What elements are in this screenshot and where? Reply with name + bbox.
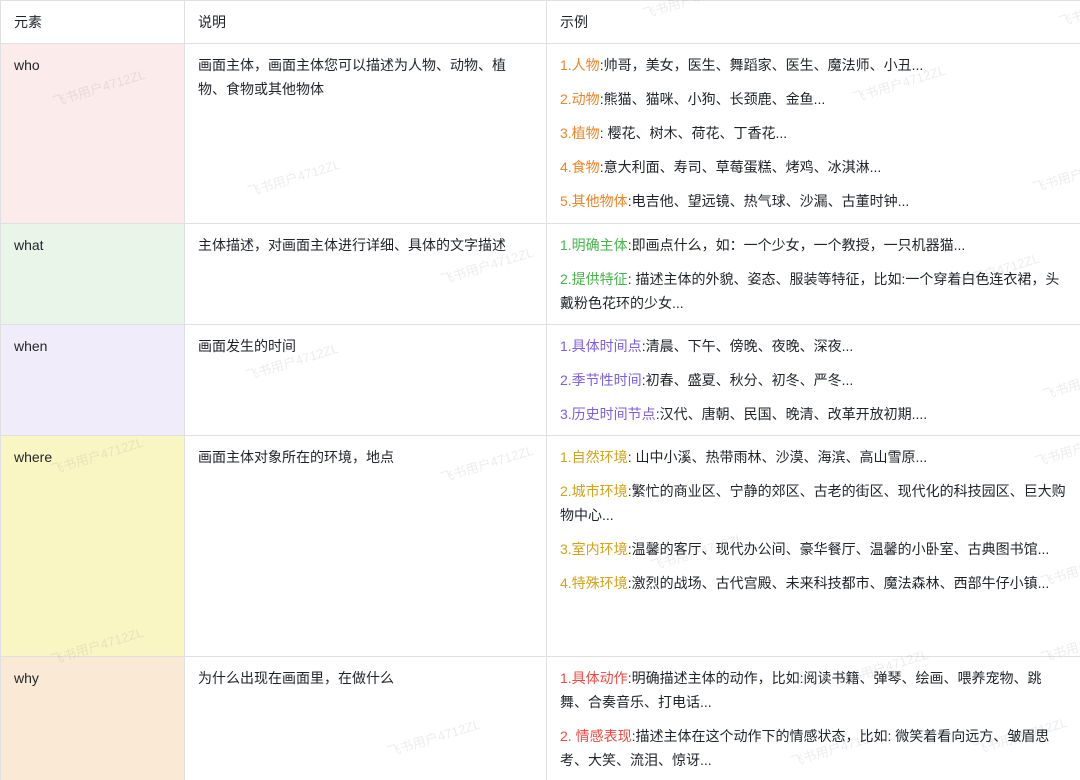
table-row-what: what 主体描述，对画面主体进行详细、具体的文字描述 1.明确主体:即画点什么，如… bbox=[1, 224, 1080, 325]
table-row-why: why 为什么出现在画面里，在做什么 1.具体动作:明确描述主体的动作，比如:阅读书… bbox=[1, 657, 1080, 780]
example-category-label: 3.室内环境 bbox=[560, 541, 628, 557]
description-cell-why: 为什么出现在画面里，在做什么 bbox=[185, 657, 547, 780]
examples-cell-when: 1.具体时间点:清晨、下午、傍晚、夜晚、深夜... 2.季节性时间:初春、盛夏、秋… bbox=[547, 325, 1080, 436]
examples-cell-where: 1.自然环境: 山中小溪、热带雨林、沙漠、海滨、高山雪原... 2.城市环境:繁忙… bbox=[547, 436, 1080, 657]
example-item: 3.历史时间节点:汉代、唐朝、民国、晚清、改革开放初期.... bbox=[560, 402, 1067, 426]
example-category-label: 1.具体动作 bbox=[560, 670, 628, 686]
example-category-label: 2.城市环境 bbox=[560, 483, 628, 499]
example-item: 1.具体时间点:清晨、下午、傍晚、夜晚、深夜... bbox=[560, 334, 1067, 358]
example-text: :温馨的客厅、现代办公间、豪华餐厅、温馨的小卧室、古典图书馆... bbox=[628, 541, 1050, 557]
description-cell-where: 画面主体对象所在的环境，地点 bbox=[185, 436, 547, 657]
description-text: 主体描述，对画面主体进行详细、具体的文字描述 bbox=[198, 233, 533, 257]
example-text: :帅哥，美女，医生、舞蹈家、医生、魔法师、小丑... bbox=[600, 57, 924, 73]
example-item: 5.其他物体:电吉他、望远镜、热气球、沙漏、古董时钟... bbox=[560, 189, 1067, 213]
example-category-label: 2. 情感表现 bbox=[560, 728, 632, 744]
example-text: :汉代、唐朝、民国、晚清、改革开放初期.... bbox=[656, 406, 927, 422]
example-category-label: 1.明确主体 bbox=[560, 237, 628, 253]
example-text: : 樱花、树木、荷花、丁香花... bbox=[600, 125, 787, 141]
element-cell-where: where bbox=[1, 436, 185, 657]
example-text: :描述主体在这个动作下的情感状态，比如: 微笑着看向远方、皱眉思考、大笑、流泪、… bbox=[560, 728, 1049, 768]
table-header-row: 元素 说明 示例 bbox=[1, 1, 1080, 44]
example-item: 2.动物:熊猫、猫咪、小狗、长颈鹿、金鱼... bbox=[560, 87, 1067, 111]
example-category-label: 3.历史时间节点 bbox=[560, 406, 656, 422]
example-text: :繁忙的商业区、宁静的郊区、古老的街区、现代化的科技园区、巨大购物中心... bbox=[560, 483, 1066, 523]
example-text: :激烈的战场、古代宫殿、未来科技都市、魔法森林、西部牛仔小镇... bbox=[628, 575, 1050, 591]
example-item: 4.特殊环境:激烈的战场、古代宫殿、未来科技都市、魔法森林、西部牛仔小镇... bbox=[560, 571, 1067, 595]
example-category-label: 1.人物 bbox=[560, 57, 600, 73]
column-header-description: 说明 bbox=[185, 1, 547, 44]
description-cell-what: 主体描述，对画面主体进行详细、具体的文字描述 bbox=[185, 224, 547, 325]
example-item: 2.提供特征: 描述主体的外貌、姿态、服装等特征，比如:一个穿着白色连衣裙，头戴… bbox=[560, 267, 1067, 315]
element-cell-when: when bbox=[1, 325, 185, 436]
description-text: 为什么出现在画面里，在做什么 bbox=[198, 666, 533, 690]
element-cell-why: why bbox=[1, 657, 185, 780]
description-text: 画面发生的时间 bbox=[198, 334, 533, 358]
table-row-where: where 画面主体对象所在的环境，地点 1.自然环境: 山中小溪、热带雨林、沙漠、… bbox=[1, 436, 1080, 657]
example-item: 3.植物: 樱花、树木、荷花、丁香花... bbox=[560, 121, 1067, 145]
example-category-label: 4.特殊环境 bbox=[560, 575, 628, 591]
example-item: 2. 情感表现:描述主体在这个动作下的情感状态，比如: 微笑着看向远方、皱眉思考… bbox=[560, 724, 1067, 772]
table-row-who: who 画面主体，画面主体您可以描述为人物、动物、植物、食物或其他物体 1.人物:帅… bbox=[1, 44, 1080, 224]
example-text: : 山中小溪、热带雨林、沙漠、海滨、高山雪原... bbox=[628, 449, 927, 465]
element-cell-who: who bbox=[1, 44, 185, 224]
example-category-label: 2.提供特征 bbox=[560, 271, 628, 287]
example-category-label: 2.动物 bbox=[560, 91, 600, 107]
description-text: 画面主体对象所在的环境，地点 bbox=[198, 445, 533, 469]
description-text: 画面主体，画面主体您可以描述为人物、动物、植物、食物或其他物体 bbox=[198, 53, 533, 101]
example-category-label: 4.食物 bbox=[560, 159, 600, 175]
example-item: 1.自然环境: 山中小溪、热带雨林、沙漠、海滨、高山雪原... bbox=[560, 445, 1067, 469]
example-category-label: 1.自然环境 bbox=[560, 449, 628, 465]
example-text: :初春、盛夏、秋分、初冬、严冬... bbox=[642, 372, 854, 388]
example-category-label: 3.植物 bbox=[560, 125, 600, 141]
example-item: 2.季节性时间:初春、盛夏、秋分、初冬、严冬... bbox=[560, 368, 1067, 392]
example-text: :清晨、下午、傍晚、夜晚、深夜... bbox=[642, 338, 854, 354]
table-row-when: when 画面发生的时间 1.具体时间点:清晨、下午、傍晚、夜晚、深夜... 2.季节… bbox=[1, 325, 1080, 436]
examples-cell-who: 1.人物:帅哥，美女，医生、舞蹈家、医生、魔法师、小丑... 2.动物:熊猫、猫咪… bbox=[547, 44, 1080, 224]
document-page: 元素 说明 示例 who 画面主体，画面主体您可以描述为人物、动物、植物、食物或其… bbox=[0, 0, 1080, 780]
description-cell-when: 画面发生的时间 bbox=[185, 325, 547, 436]
example-text: :电吉他、望远镜、热气球、沙漏、古董时钟... bbox=[628, 193, 910, 209]
element-cell-what: what bbox=[1, 224, 185, 325]
prompt-elements-table: 元素 说明 示例 who 画面主体，画面主体您可以描述为人物、动物、植物、食物或其… bbox=[0, 0, 1080, 780]
examples-cell-why: 1.具体动作:明确描述主体的动作，比如:阅读书籍、弹琴、绘画、喂养宠物、跳舞、合… bbox=[547, 657, 1080, 780]
example-item: 1.人物:帅哥，美女，医生、舞蹈家、医生、魔法师、小丑... bbox=[560, 53, 1067, 77]
example-category-label: 5.其他物体 bbox=[560, 193, 628, 209]
example-item: 4.食物:意大利面、寿司、草莓蛋糕、烤鸡、冰淇淋... bbox=[560, 155, 1067, 179]
example-item: 3.室内环境:温馨的客厅、现代办公间、豪华餐厅、温馨的小卧室、古典图书馆... bbox=[560, 537, 1067, 561]
example-category-label: 2.季节性时间 bbox=[560, 372, 642, 388]
example-item: 1.明确主体:即画点什么，如：一个少女，一个教授，一只机器猫... bbox=[560, 233, 1067, 257]
example-text: :熊猫、猫咪、小狗、长颈鹿、金鱼... bbox=[600, 91, 826, 107]
example-category-label: 1.具体时间点 bbox=[560, 338, 642, 354]
column-header-example: 示例 bbox=[547, 1, 1080, 44]
example-text: : 描述主体的外貌、姿态、服装等特征，比如:一个穿着白色连衣裙，头戴粉色花环的少… bbox=[560, 271, 1059, 311]
example-item: 2.城市环境:繁忙的商业区、宁静的郊区、古老的街区、现代化的科技园区、巨大购物中… bbox=[560, 479, 1067, 527]
examples-cell-what: 1.明确主体:即画点什么，如：一个少女，一个教授，一只机器猫... 2.提供特征:… bbox=[547, 224, 1080, 325]
example-text: :明确描述主体的动作，比如:阅读书籍、弹琴、绘画、喂养宠物、跳舞、合奏音乐、打电… bbox=[560, 670, 1041, 710]
description-cell-who: 画面主体，画面主体您可以描述为人物、动物、植物、食物或其他物体 bbox=[185, 44, 547, 224]
example-text: :意大利面、寿司、草莓蛋糕、烤鸡、冰淇淋... bbox=[600, 159, 882, 175]
example-text: :即画点什么，如：一个少女，一个教授，一只机器猫... bbox=[628, 237, 966, 253]
column-header-element: 元素 bbox=[1, 1, 185, 44]
example-item: 1.具体动作:明确描述主体的动作，比如:阅读书籍、弹琴、绘画、喂养宠物、跳舞、合… bbox=[560, 666, 1067, 714]
